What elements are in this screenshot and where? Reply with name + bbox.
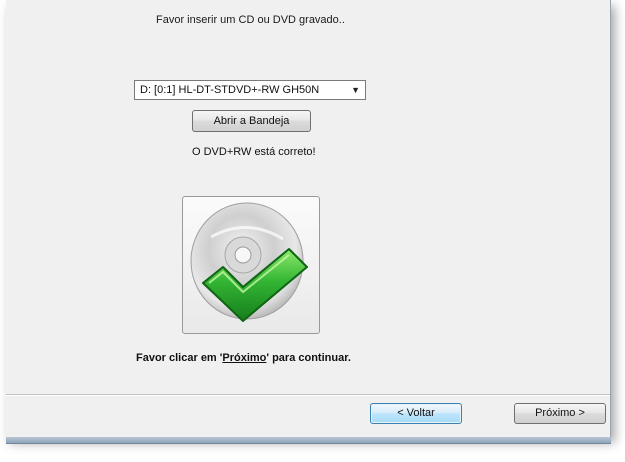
continue-prefix: Favor clicar em ' (136, 352, 223, 364)
next-button[interactable]: Próximo > (514, 403, 606, 424)
drive-select-value: D: [0:1] HL-DT-STDVD+-RW GH50N (140, 84, 320, 96)
insert-disc-instruction: Favor inserir um CD ou DVD gravado.. (156, 14, 345, 26)
window-bottom-edge (6, 437, 611, 444)
continue-suffix: ' para continuar. (266, 352, 351, 364)
disc-status-image (182, 196, 320, 334)
dropdown-arrow-icon[interactable]: ▼ (351, 81, 360, 99)
open-tray-button[interactable]: Abrir a Bandeja (192, 110, 311, 132)
disc-check-icon (190, 202, 308, 322)
wizard-window: Favor inserir um CD ou DVD gravado.. D: … (6, 0, 611, 437)
back-button[interactable]: < Voltar (370, 403, 462, 424)
drive-select[interactable]: D: [0:1] HL-DT-STDVD+-RW GH50N ▼ (134, 80, 366, 100)
disc-status-text: O DVD+RW está correto! (192, 146, 316, 158)
continue-next-reference: Próximo (222, 352, 267, 364)
footer-divider (6, 394, 610, 396)
continue-instruction: Favor clicar em 'Próximo' para continuar… (136, 352, 351, 364)
